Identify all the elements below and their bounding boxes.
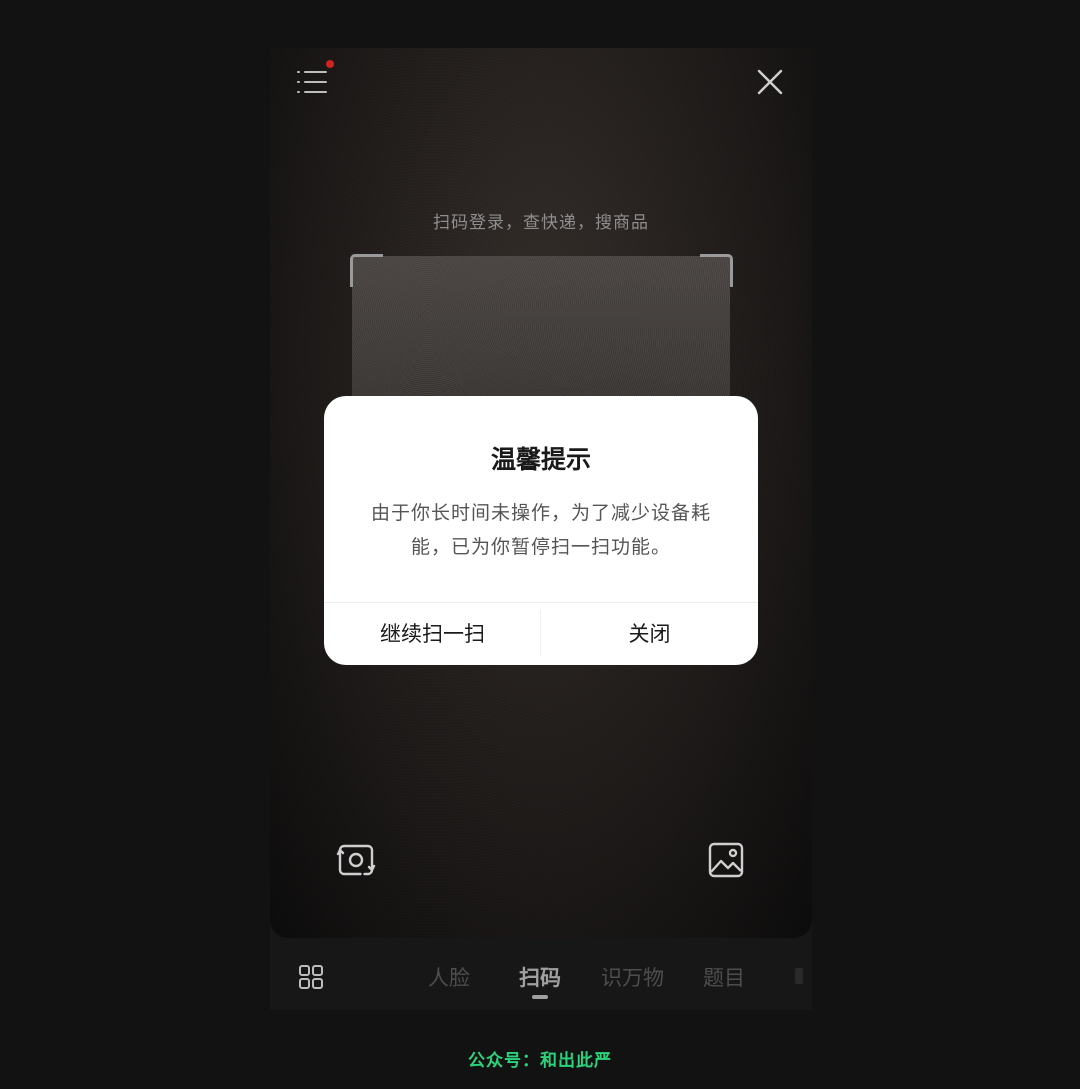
scan-frame-corner <box>700 254 733 287</box>
dialog-title: 温馨提示 <box>490 445 591 474</box>
dialog-message: 由于你长时间未操作，为了减少设备耗能，已为你暂停扫一扫功能。 <box>370 502 711 558</box>
scan-hint: 扫码登录，查快递，搜商品 <box>433 213 649 233</box>
close-icon[interactable] <box>756 68 784 96</box>
idle-alert-dialog: 温馨提示 由于你长时间未操作，为了减少设备耗能，已为你暂停扫一扫功能。 继续扫一… <box>324 396 758 665</box>
tab-scan[interactable]: 扫码 <box>519 962 561 992</box>
continue-scan-button[interactable]: 继续扫一扫 <box>324 603 541 665</box>
tab-identify-objects[interactable]: 识万物 <box>601 962 664 992</box>
notification-dot <box>326 60 334 68</box>
scan-frame-corner <box>350 254 383 287</box>
tab-overflow-hint <box>795 968 803 984</box>
flip-camera-icon[interactable] <box>336 840 376 880</box>
active-tab-indicator <box>532 995 548 999</box>
watermark-caption: 公众号：和出此严 <box>468 1051 612 1071</box>
grid-icon[interactable] <box>298 964 324 990</box>
mode-tabbar: 人脸 扫码 识万物 题目 <box>270 938 812 1010</box>
list-menu-icon[interactable] <box>296 68 328 96</box>
close-dialog-button[interactable]: 关闭 <box>541 603 758 665</box>
gallery-icon[interactable] <box>706 840 746 880</box>
tab-questions[interactable]: 题目 <box>703 962 745 992</box>
tab-face[interactable]: 人脸 <box>428 962 470 992</box>
